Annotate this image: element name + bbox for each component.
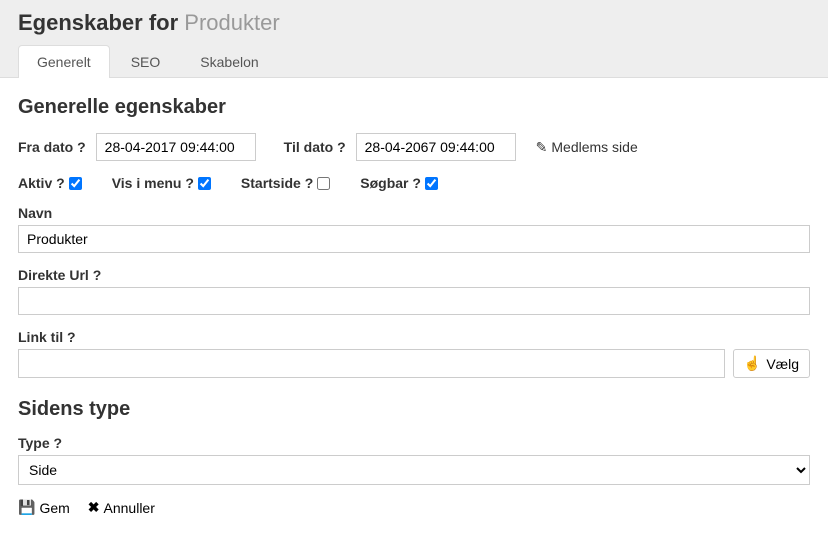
searchable-label: Søgbar ?	[360, 175, 421, 191]
title-entity: Produkter	[184, 10, 279, 35]
tab-template[interactable]: Skabelon	[181, 45, 277, 78]
hand-icon: ☝	[744, 355, 761, 372]
choose-button[interactable]: ☝ Vælg	[733, 349, 810, 378]
save-label: Gem	[39, 500, 69, 516]
show-menu-label: Vis i menu ?	[112, 175, 194, 191]
section-general-heading: Generelle egenskaber	[18, 96, 810, 119]
name-block: Navn	[18, 205, 810, 253]
show-menu-checkbox[interactable]	[198, 177, 211, 190]
name-label: Navn	[18, 205, 810, 221]
tab-general[interactable]: Generelt	[18, 45, 110, 78]
type-select[interactable]: Side	[18, 455, 810, 485]
name-input[interactable]	[18, 225, 810, 253]
header-bar: Egenskaber for Produkter Generelt SEO Sk…	[0, 0, 828, 77]
choose-label: Vælg	[766, 356, 799, 372]
to-date-input[interactable]	[356, 133, 516, 161]
title-prefix: Egenskaber for	[18, 10, 178, 35]
edit-icon: ✎	[536, 139, 548, 156]
save-button[interactable]: 💾 Gem	[18, 499, 70, 516]
startpage-checkbox[interactable]	[317, 177, 330, 190]
type-label: Type ?	[18, 435, 810, 451]
to-date-label: Til dato ?	[284, 139, 346, 155]
direct-url-input[interactable]	[18, 287, 810, 315]
link-to-block: Link til ? ☝ Vælg	[18, 329, 810, 378]
from-date-input[interactable]	[96, 133, 256, 161]
member-page-link[interactable]: ✎ Medlems side	[536, 139, 638, 156]
active-checkbox[interactable]	[69, 177, 82, 190]
section-type-heading: Sidens type	[18, 398, 810, 421]
cancel-button[interactable]: ✖ Annuller	[88, 499, 155, 516]
footer-actions: 💾 Gem ✖ Annuller	[18, 499, 810, 516]
tab-seo[interactable]: SEO	[112, 45, 180, 78]
tab-bar: Generelt SEO Skabelon	[18, 44, 810, 77]
flags-row: Aktiv ? Vis i menu ? Startside ? Søgbar …	[18, 175, 810, 191]
link-to-input[interactable]	[18, 349, 725, 378]
member-page-label: Medlems side	[551, 139, 637, 155]
link-to-label: Link til ?	[18, 329, 810, 345]
save-icon: 💾	[18, 499, 35, 516]
content-panel: Generelle egenskaber Fra dato ? Til dato…	[0, 77, 828, 536]
date-row: Fra dato ? Til dato ? ✎ Medlems side	[18, 133, 810, 161]
active-label: Aktiv ?	[18, 175, 65, 191]
direct-url-label: Direkte Url ?	[18, 267, 810, 283]
from-date-label: Fra dato ?	[18, 139, 86, 155]
startpage-label: Startside ?	[241, 175, 313, 191]
page-title: Egenskaber for Produkter	[18, 10, 810, 36]
type-block: Type ? Side	[18, 435, 810, 485]
close-icon: ✖	[88, 499, 100, 516]
cancel-label: Annuller	[104, 500, 155, 516]
direct-url-block: Direkte Url ?	[18, 267, 810, 315]
searchable-checkbox[interactable]	[425, 177, 438, 190]
